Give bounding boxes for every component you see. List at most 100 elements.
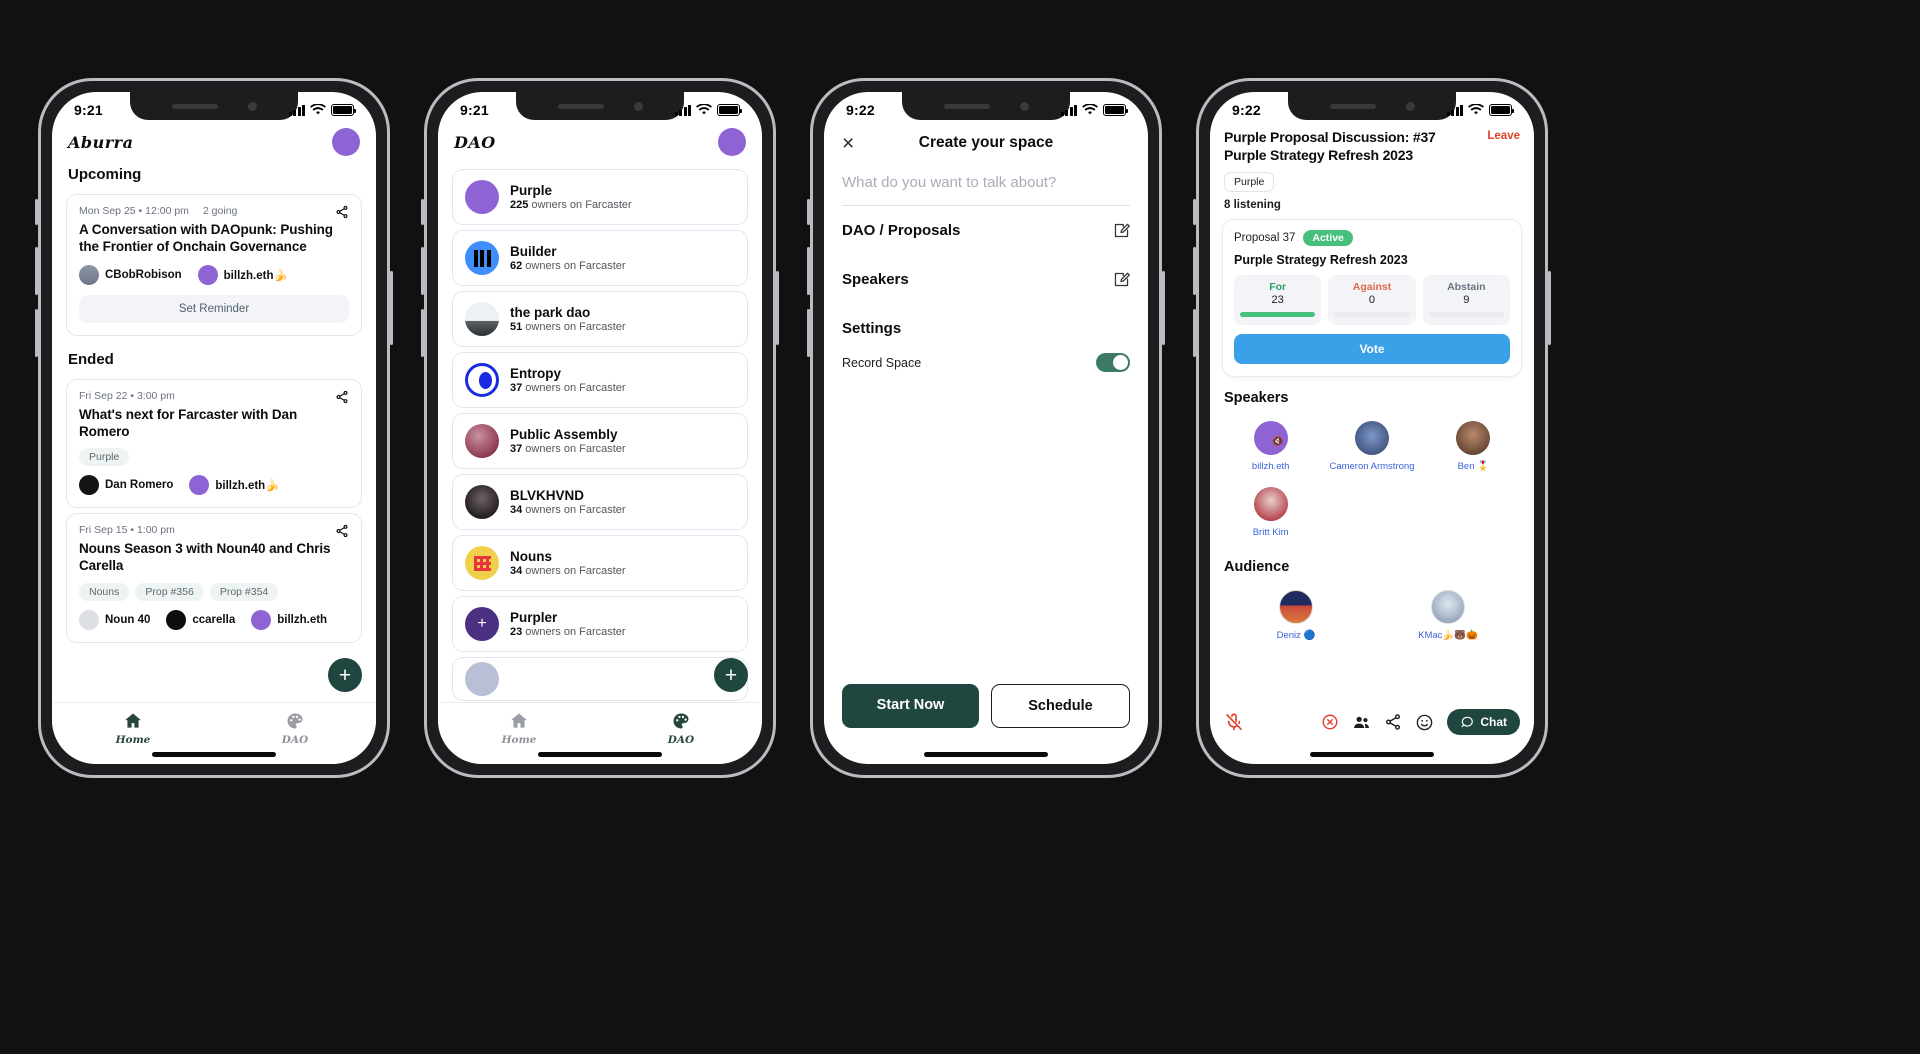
speakers-row[interactable]: Speakers <box>842 255 1130 304</box>
start-now-button[interactable]: Start Now <box>842 684 979 728</box>
people-icon[interactable] <box>1352 713 1371 732</box>
volume-down-button[interactable] <box>807 309 810 357</box>
owner-count: 225 <box>510 199 529 211</box>
tab-dao[interactable]: DAO <box>646 711 716 746</box>
list-item[interactable]: Entropy 37 owners on Farcaster <box>452 352 748 408</box>
dan-avatar <box>79 475 99 496</box>
tab-dao[interactable]: DAO <box>260 711 330 746</box>
mute-switch[interactable] <box>421 199 424 225</box>
volume-up-button[interactable] <box>1193 247 1196 295</box>
record-space-toggle[interactable] <box>1096 353 1130 372</box>
list-item[interactable]: Nouns 34 owners on Farcaster <box>452 535 748 591</box>
app-header: Aburra <box>52 122 376 156</box>
leave-link[interactable]: Leave <box>1487 130 1520 142</box>
speaker-tile[interactable]: Cameron Armstrong <box>1321 414 1422 480</box>
volume-up-button[interactable] <box>421 247 424 295</box>
volume-up-button[interactable] <box>35 247 38 295</box>
volume-down-button[interactable] <box>1193 309 1196 357</box>
phone-mockup-2: 9:21 DAO Purple 225 owners on Farcaster … <box>421 78 779 778</box>
phone-mockup-3: 9:22 × Create your space What do you wan… <box>807 78 1165 778</box>
topic-input[interactable]: What do you want to talk about? <box>842 174 1130 206</box>
status-time: 9:22 <box>1232 102 1261 118</box>
cameron-photo <box>1354 421 1389 456</box>
mute-switch[interactable] <box>35 199 38 225</box>
edit-icon[interactable] <box>1113 271 1130 288</box>
park-photo <box>465 302 499 336</box>
proposal-card[interactable]: Proposal 37 Active Purple Strategy Refre… <box>1222 219 1522 378</box>
tag[interactable]: Prop #356 <box>135 582 204 601</box>
share-icon[interactable] <box>1384 713 1402 731</box>
dao-owners: 37 owners on Farcaster <box>510 443 626 455</box>
list-item[interactable]: + Purpler 23 owners on Farcaster <box>452 596 748 652</box>
dao-owners: 51 owners on Farcaster <box>510 321 626 333</box>
chat-button[interactable]: Chat <box>1447 709 1520 735</box>
record-space-row[interactable]: Record Space <box>842 353 1130 388</box>
ccarella-avatar <box>166 609 187 630</box>
person-name: billzh.eth <box>277 613 328 626</box>
list-item[interactable] <box>452 657 748 701</box>
settings-label: Settings <box>842 320 902 337</box>
list-item[interactable]: BLVKHVND 34 owners on Farcaster <box>452 474 748 530</box>
speaker-tile[interactable]: 🔇 billzh.eth <box>1220 414 1321 480</box>
volume-down-button[interactable] <box>35 309 38 357</box>
event-card[interactable]: Fri Sep 22 • 3:00 pm What's next for Far… <box>66 378 362 509</box>
dao-proposals-row[interactable]: DAO / Proposals <box>842 206 1130 255</box>
volume-up-button[interactable] <box>807 247 810 295</box>
event-card[interactable]: Mon Sep 25 • 12:00 pm 2 going A Conversa… <box>66 194 362 336</box>
list-item[interactable]: Builder 62 owners on Farcaster <box>452 230 748 286</box>
vote-button[interactable]: Vote <box>1234 334 1510 365</box>
edit-icon[interactable] <box>1113 222 1130 239</box>
tab-home[interactable]: Home <box>98 711 168 746</box>
person[interactable]: billzh.eth <box>251 609 328 630</box>
speaker-tile[interactable]: Britt Kim <box>1220 480 1321 546</box>
list-item[interactable]: the park dao 51 owners on Farcaster <box>452 291 748 347</box>
vote-bar <box>1334 312 1410 318</box>
person[interactable]: ccarella <box>166 609 235 630</box>
create-space-button[interactable]: + <box>328 658 362 692</box>
person[interactable]: Dan Romero <box>79 475 173 496</box>
cellular-signal-icon <box>674 104 691 116</box>
power-button[interactable] <box>1548 271 1551 345</box>
person[interactable]: Noun 40 <box>79 609 150 630</box>
owner-count: 23 <box>510 626 523 638</box>
tag[interactable]: Prop #354 <box>209 582 279 601</box>
audience-tile[interactable]: Deniz 🔵 <box>1220 583 1372 649</box>
person[interactable]: CBobRobison <box>79 264 182 285</box>
power-button[interactable] <box>776 271 779 345</box>
mic-muted-icon[interactable] <box>1224 712 1244 732</box>
mute-switch[interactable] <box>807 199 810 225</box>
create-dao-button[interactable]: + <box>714 658 748 692</box>
tab-home[interactable]: Home <box>484 711 554 746</box>
tag[interactable]: Purple <box>79 448 130 467</box>
share-icon[interactable] <box>335 524 349 538</box>
volume-down-button[interactable] <box>421 309 424 357</box>
vote-against: Against 0 <box>1328 275 1416 326</box>
space-header: Purple Proposal Discussion: #37 Purple S… <box>1210 122 1534 164</box>
event-tags: Purple <box>79 448 349 467</box>
dao-chip[interactable]: Purple <box>1224 172 1275 193</box>
power-button[interactable] <box>1162 271 1165 345</box>
set-reminder-button[interactable]: Set Reminder <box>79 294 349 323</box>
avatar[interactable] <box>332 128 360 156</box>
person[interactable]: billzh.eth🍌 <box>197 264 288 285</box>
tag[interactable]: Nouns <box>79 582 130 601</box>
mute-switch[interactable] <box>1193 199 1196 225</box>
schedule-button[interactable]: Schedule <box>991 684 1130 728</box>
audience-tile[interactable]: KMac🍌🐻🎃 <box>1372 583 1524 649</box>
list-item[interactable]: Purple 225 owners on Farcaster <box>452 169 748 225</box>
cellular-signal-icon <box>288 104 305 116</box>
share-icon[interactable] <box>335 390 349 404</box>
avatar[interactable] <box>718 128 746 156</box>
create-space-actions: Start Now Schedule <box>842 684 1130 728</box>
leave-call-icon[interactable] <box>1321 713 1339 731</box>
speaker-tile[interactable]: Ben 🎖️ <box>1423 414 1524 480</box>
record-space-label: Record Space <box>842 355 922 370</box>
power-button[interactable] <box>390 271 393 345</box>
share-icon[interactable] <box>335 205 349 219</box>
close-icon[interactable]: × <box>842 133 854 154</box>
event-card[interactable]: Fri Sep 15 • 1:00 pm Nouns Season 3 with… <box>66 513 362 643</box>
list-item[interactable]: Public Assembly 37 owners on Farcaster <box>452 413 748 469</box>
emoji-icon[interactable] <box>1415 713 1434 732</box>
person[interactable]: billzh.eth🍌 <box>189 475 280 496</box>
dao-name: Public Assembly <box>510 427 618 442</box>
